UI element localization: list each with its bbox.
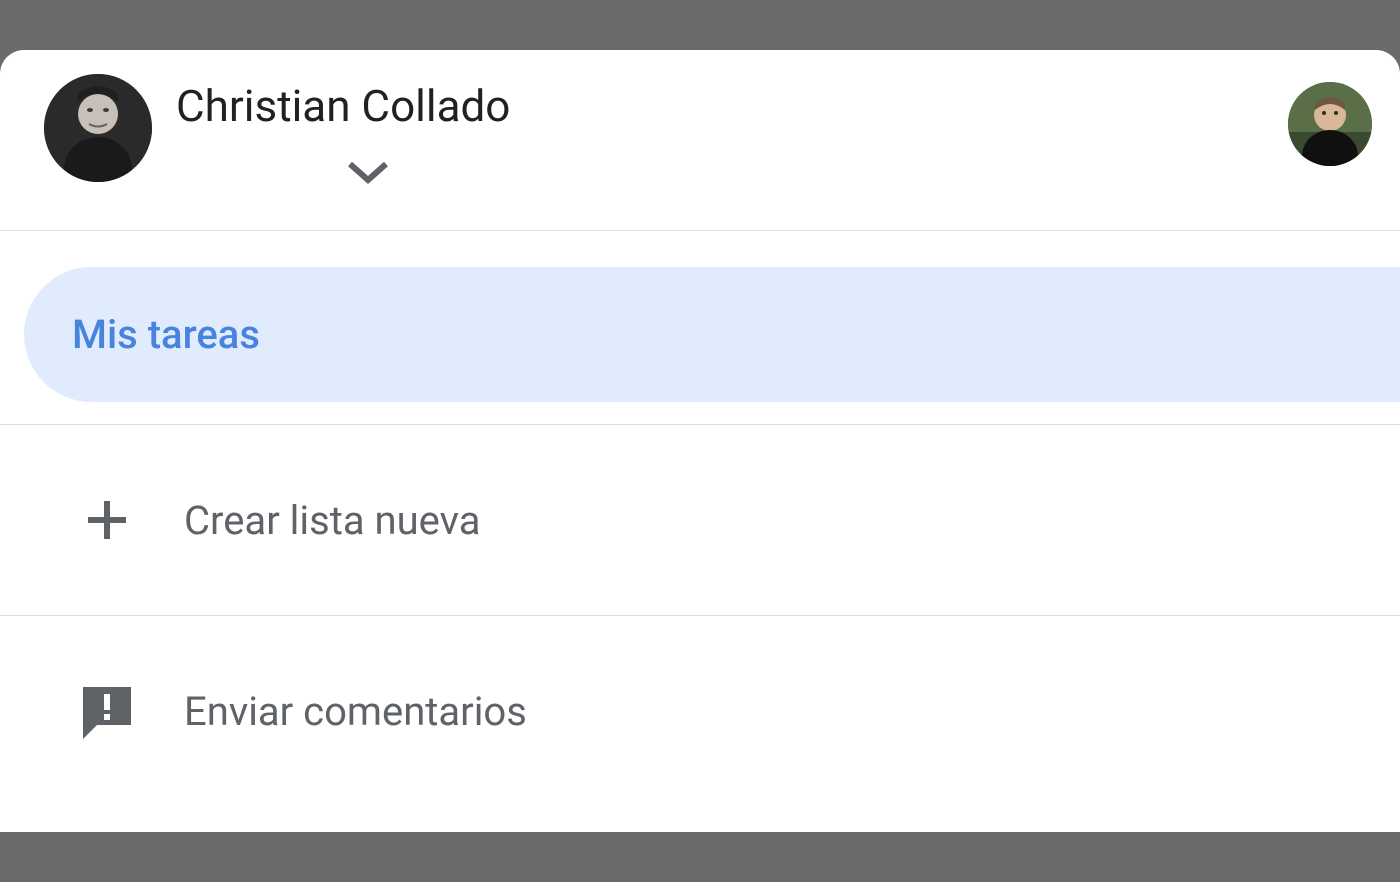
account-header[interactable]: Christian Collado [0,50,1400,231]
plus-icon [78,491,136,549]
bottom-sheet: Christian Collado Mis tareas [0,50,1400,832]
avatar-secondary[interactable] [1288,82,1372,166]
feedback-icon [78,682,136,740]
avatar-primary[interactable] [44,74,152,182]
task-list-selected[interactable]: Mis tareas [24,267,1400,402]
send-feedback-label: Enviar comentarios [184,688,527,735]
user-name: Christian Collado [176,80,1288,132]
task-list-label: Mis tareas [72,311,260,358]
create-list-label: Crear lista nueva [184,497,480,544]
send-feedback-button[interactable]: Enviar comentarios [0,616,1400,820]
create-list-button[interactable]: Crear lista nueva [0,425,1400,616]
chevron-down-icon[interactable] [346,158,1288,190]
account-name-block: Christian Collado [176,74,1288,190]
task-lists-section: Mis tareas [0,231,1400,425]
